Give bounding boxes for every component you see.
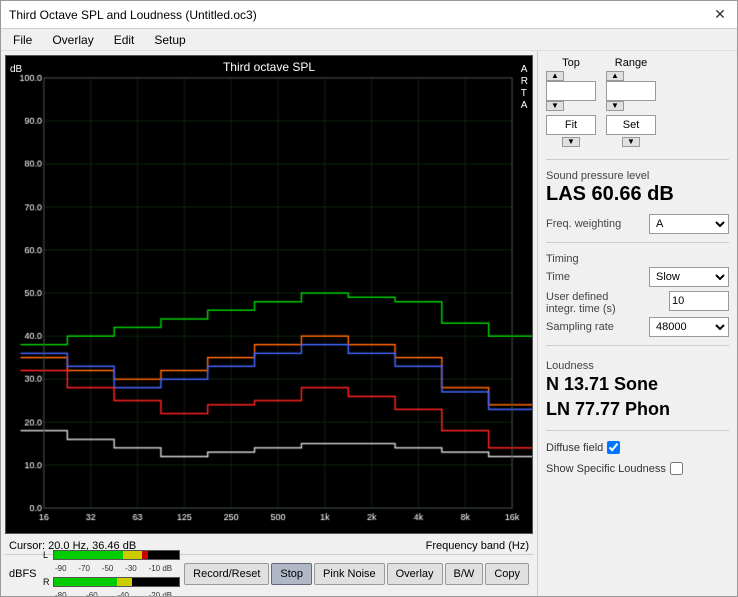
top-control-col: Top ▲ ▼ Fit ▼ <box>546 57 596 147</box>
top-down-button[interactable]: ▼ <box>546 101 564 111</box>
freq-weighting-label: Freq. weighting <box>546 218 621 230</box>
main-content: dB Third octave SPL ARTA Cursor: 20.0 Hz… <box>1 51 737 596</box>
r-meter-yellow <box>117 578 132 586</box>
arta-label: ARTA <box>521 64 528 112</box>
divider-2 <box>546 242 729 243</box>
top-display <box>546 81 596 101</box>
top-label: Top <box>562 57 580 69</box>
loudness-label: Loudness <box>546 360 729 372</box>
loudness-section: Loudness N 13.71 Sone LN 77.77 Phon <box>546 358 729 422</box>
range-up-button[interactable]: ▲ <box>606 71 624 81</box>
l-scale-minus70: -70 <box>78 564 90 573</box>
window-title: Third Octave SPL and Loudness (Untitled.… <box>9 8 257 22</box>
r-scale-minus80: -80 <box>55 591 67 597</box>
fit-display[interactable]: Fit <box>546 115 596 135</box>
main-window: Third Octave SPL and Loudness (Untitled.… <box>0 0 738 597</box>
top-spin: ▲ ▼ <box>546 71 596 111</box>
chart-title: Third octave SPL <box>223 60 315 74</box>
n-value: N 13.71 Sone LN 77.77 Phon <box>546 372 729 422</box>
sampling-rate-label: Sampling rate <box>546 321 614 333</box>
chart-area: dB Third octave SPL ARTA Cursor: 20.0 Hz… <box>1 51 537 596</box>
r-scale-minus60: -60 <box>86 591 98 597</box>
menu-bar: File Overlay Edit Setup <box>1 29 737 51</box>
l-scale-minus10: -10 dB <box>149 564 173 573</box>
l-meter-red <box>142 551 148 559</box>
fit-down-button[interactable]: ▼ <box>562 137 580 147</box>
record-reset-button[interactable]: Record/Reset <box>184 563 269 585</box>
l-meter-yellow <box>123 551 142 559</box>
range-spin: ▲ ▼ <box>606 71 656 111</box>
freq-weighting-row: Freq. weighting A B C Z <box>546 214 729 234</box>
range-display <box>606 81 656 101</box>
menu-setup[interactable]: Setup <box>146 31 193 49</box>
divider-1 <box>546 159 729 160</box>
time-select[interactable]: Slow Fast Impulse <box>649 267 729 287</box>
meter-row-l: L <box>43 548 180 562</box>
user-defined-label: User defined integr. time (s) <box>546 291 636 315</box>
r-scale-minus40: -40 <box>117 591 129 597</box>
close-button[interactable]: ✕ <box>711 6 729 24</box>
freq-weighting-select[interactable]: A B C Z <box>649 214 729 234</box>
right-panel: Top ▲ ▼ Fit ▼ Range ▲ ▼ <box>537 51 737 596</box>
set-down-button[interactable]: ▼ <box>622 137 640 147</box>
user-defined-input[interactable] <box>669 291 729 311</box>
copy-button[interactable]: Copy <box>485 563 529 585</box>
pink-noise-button[interactable]: Pink Noise <box>314 563 385 585</box>
title-bar: Third Octave SPL and Loudness (Untitled.… <box>1 1 737 29</box>
l-scale-minus90: -90 <box>55 564 67 573</box>
chart-container: dB Third octave SPL ARTA <box>5 55 533 534</box>
freq-band-label: Frequency band (Hz) <box>426 540 529 552</box>
r-meter-green <box>54 578 117 586</box>
l-meter-track <box>53 550 180 560</box>
l-meter-green <box>54 551 123 559</box>
divider-4 <box>546 430 729 431</box>
user-defined-row: User defined integr. time (s) <box>546 291 729 315</box>
ln-value-text: LN 77.77 Phon <box>546 397 729 422</box>
sampling-rate-select[interactable]: 48000 44100 96000 <box>649 317 729 337</box>
n-value-text: N 13.71 Sone <box>546 372 729 397</box>
show-specific-loudness-row: Show Specific Loudness <box>546 462 729 475</box>
stop-button[interactable]: Stop <box>271 563 312 585</box>
set-display[interactable]: Set <box>606 115 656 135</box>
menu-overlay[interactable]: Overlay <box>44 31 101 49</box>
menu-file[interactable]: File <box>5 31 40 49</box>
dbfs-meters: L -90 -70 -50 -30 -10 dB <box>43 548 180 597</box>
l-channel-label: L <box>43 550 51 560</box>
spl-label: Sound pressure level <box>546 170 729 182</box>
r-scale-minus20: -20 dB <box>149 591 173 597</box>
chart-canvas <box>6 56 532 533</box>
l-scale-minus50: -50 <box>102 564 114 573</box>
range-down-button[interactable]: ▼ <box>606 101 624 111</box>
bw-button[interactable]: B/W <box>445 563 484 585</box>
bottom-buttons: Record/Reset Stop Pink Noise Overlay B/W… <box>184 563 529 585</box>
r-meter-track <box>53 577 180 587</box>
diffuse-field-checkbox[interactable] <box>607 441 620 454</box>
divider-3 <box>546 345 729 346</box>
diffuse-field-row: Diffuse field <box>546 441 729 454</box>
top-range-controls: Top ▲ ▼ Fit ▼ Range ▲ ▼ <box>546 57 729 147</box>
diffuse-field-label: Diffuse field <box>546 442 603 454</box>
timing-label: Timing <box>546 253 729 265</box>
db-label: dB <box>10 64 22 75</box>
timing-section: Timing Time Slow Fast Impulse User defin… <box>546 251 729 337</box>
show-specific-loudness-checkbox[interactable] <box>670 462 683 475</box>
spl-section: Sound pressure level LAS 60.66 dB <box>546 168 729 206</box>
show-specific-loudness-label: Show Specific Loudness <box>546 463 666 475</box>
r-channel-label: R <box>43 577 51 587</box>
dbfs-bar: dBFS L -90 -70 -50 -30 <box>5 554 533 592</box>
time-label: Time <box>546 271 570 283</box>
range-label: Range <box>615 57 647 69</box>
sampling-rate-row: Sampling rate 48000 44100 96000 <box>546 317 729 337</box>
l-scale-minus30: -30 <box>125 564 137 573</box>
time-row: Time Slow Fast Impulse <box>546 267 729 287</box>
meter-row-r: R <box>43 575 180 589</box>
top-up-button[interactable]: ▲ <box>546 71 564 81</box>
overlay-button[interactable]: Overlay <box>387 563 443 585</box>
range-control-col: Range ▲ ▼ Set ▼ <box>606 57 656 147</box>
menu-edit[interactable]: Edit <box>106 31 143 49</box>
las-value: LAS 60.66 dB <box>546 182 729 206</box>
dbfs-label: dBFS <box>9 568 39 580</box>
